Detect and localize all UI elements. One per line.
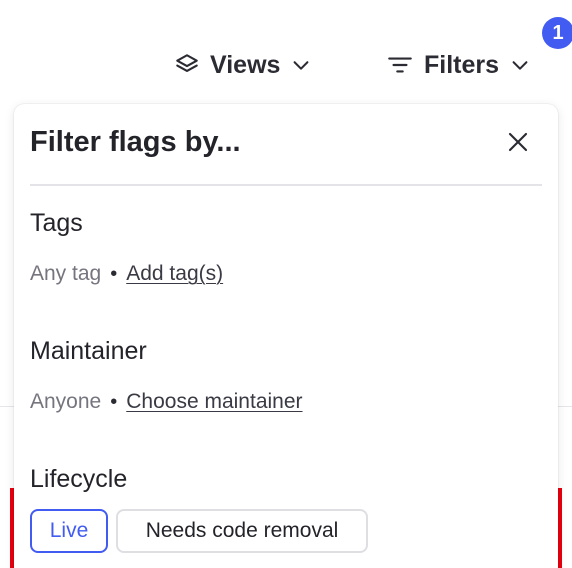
chevron-down-icon — [290, 54, 312, 76]
tags-row: Any tag • Add tag(s) — [30, 262, 223, 286]
page: Views Filters 1 Filter flags by... Tags … — [0, 0, 572, 568]
filter-count-badge: 1 — [542, 17, 572, 49]
separator-dot: • — [110, 262, 118, 285]
lifecycle-chip-live[interactable]: Live — [30, 509, 108, 553]
filter-panel: Filter flags by... Tags Any tag • Add ta… — [14, 104, 558, 568]
panel-title: Filter flags by... — [30, 126, 241, 158]
filter-lines-icon — [386, 52, 414, 78]
maintainer-row: Anyone • Choose maintainer — [30, 390, 303, 414]
views-button[interactable]: Views — [174, 46, 312, 84]
add-tags-link[interactable]: Add tag(s) — [126, 262, 223, 286]
choose-maintainer-link[interactable]: Choose maintainer — [126, 390, 302, 414]
close-icon — [506, 130, 530, 159]
chevron-down-icon — [509, 54, 531, 76]
filters-button[interactable]: Filters — [386, 46, 531, 84]
panel-divider — [30, 184, 542, 186]
maintainer-value: Anyone — [30, 390, 102, 413]
tags-value: Any tag — [30, 262, 102, 285]
views-label: Views — [210, 50, 281, 79]
layers-icon — [174, 52, 200, 78]
lifecycle-heading: Lifecycle — [30, 465, 128, 493]
filters-label: Filters — [424, 50, 500, 79]
maintainer-heading: Maintainer — [30, 337, 147, 365]
tags-heading: Tags — [30, 209, 83, 237]
lifecycle-chip-needs-code-removal[interactable]: Needs code removal — [116, 509, 368, 553]
close-button[interactable] — [504, 130, 532, 158]
separator-dot: • — [110, 390, 118, 413]
